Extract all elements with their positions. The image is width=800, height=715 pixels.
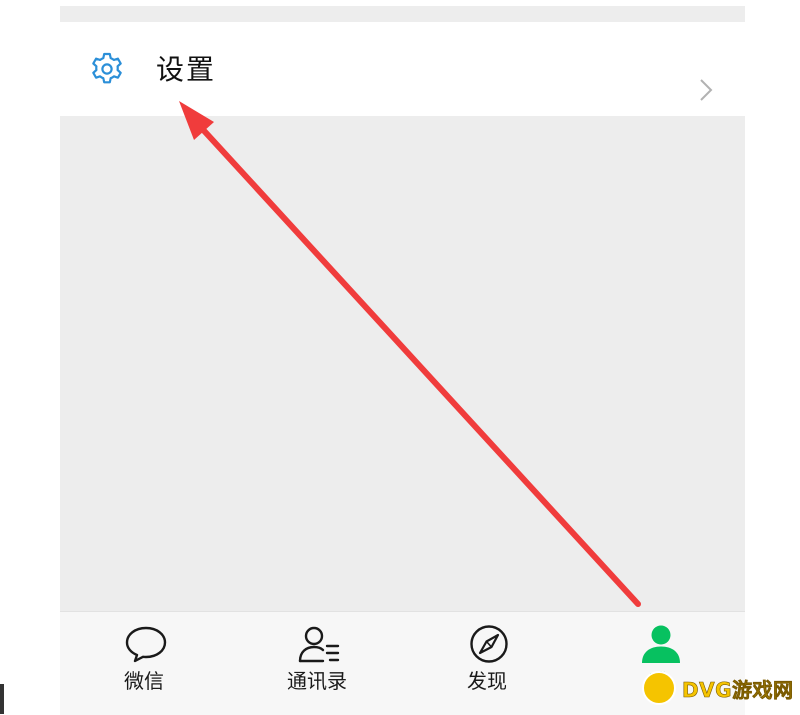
tab-chats-label: 微信 bbox=[124, 669, 164, 693]
tab-discover[interactable]: 发现 bbox=[427, 612, 547, 715]
tab-chats[interactable]: 微信 bbox=[84, 612, 204, 715]
top-list-strip bbox=[60, 0, 745, 6]
gear-icon bbox=[92, 52, 122, 84]
tab-discover-label: 发现 bbox=[467, 669, 507, 693]
tab-contacts-label: 通讯录 bbox=[287, 669, 347, 693]
compass-icon bbox=[470, 625, 508, 663]
gamepad-logo-icon bbox=[642, 671, 676, 705]
chevron-right-icon bbox=[700, 79, 713, 101]
phone-screen: 设置 微信 通讯录 发现 bbox=[60, 0, 745, 715]
contacts-icon bbox=[298, 626, 340, 663]
settings-label: 设置 bbox=[156, 53, 217, 86]
chat-bubble-icon bbox=[125, 626, 167, 663]
window-edge bbox=[0, 684, 4, 714]
site-watermark: DVG游戏网 bbox=[642, 668, 800, 708]
settings-row[interactable]: 设置 bbox=[60, 22, 745, 116]
watermark-text: DVG游戏网 bbox=[682, 677, 794, 702]
person-icon bbox=[642, 625, 680, 663]
tab-contacts[interactable]: 通讯录 bbox=[257, 612, 377, 715]
